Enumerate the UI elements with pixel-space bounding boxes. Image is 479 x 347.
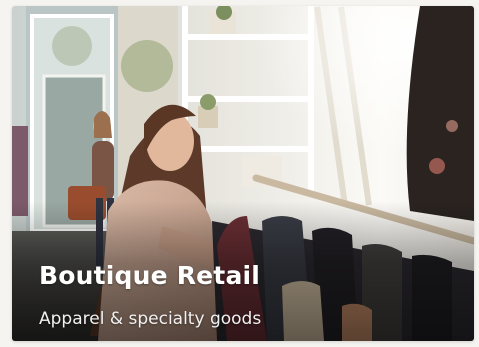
industry-card-boutique-retail[interactable]: Boutique Retail Apparel & specialty good…: [12, 6, 474, 341]
card-subtitle: Apparel & specialty goods: [39, 309, 262, 329]
page: Boutique Retail Apparel & specialty good…: [0, 0, 479, 347]
card-title: Boutique Retail: [39, 261, 261, 290]
